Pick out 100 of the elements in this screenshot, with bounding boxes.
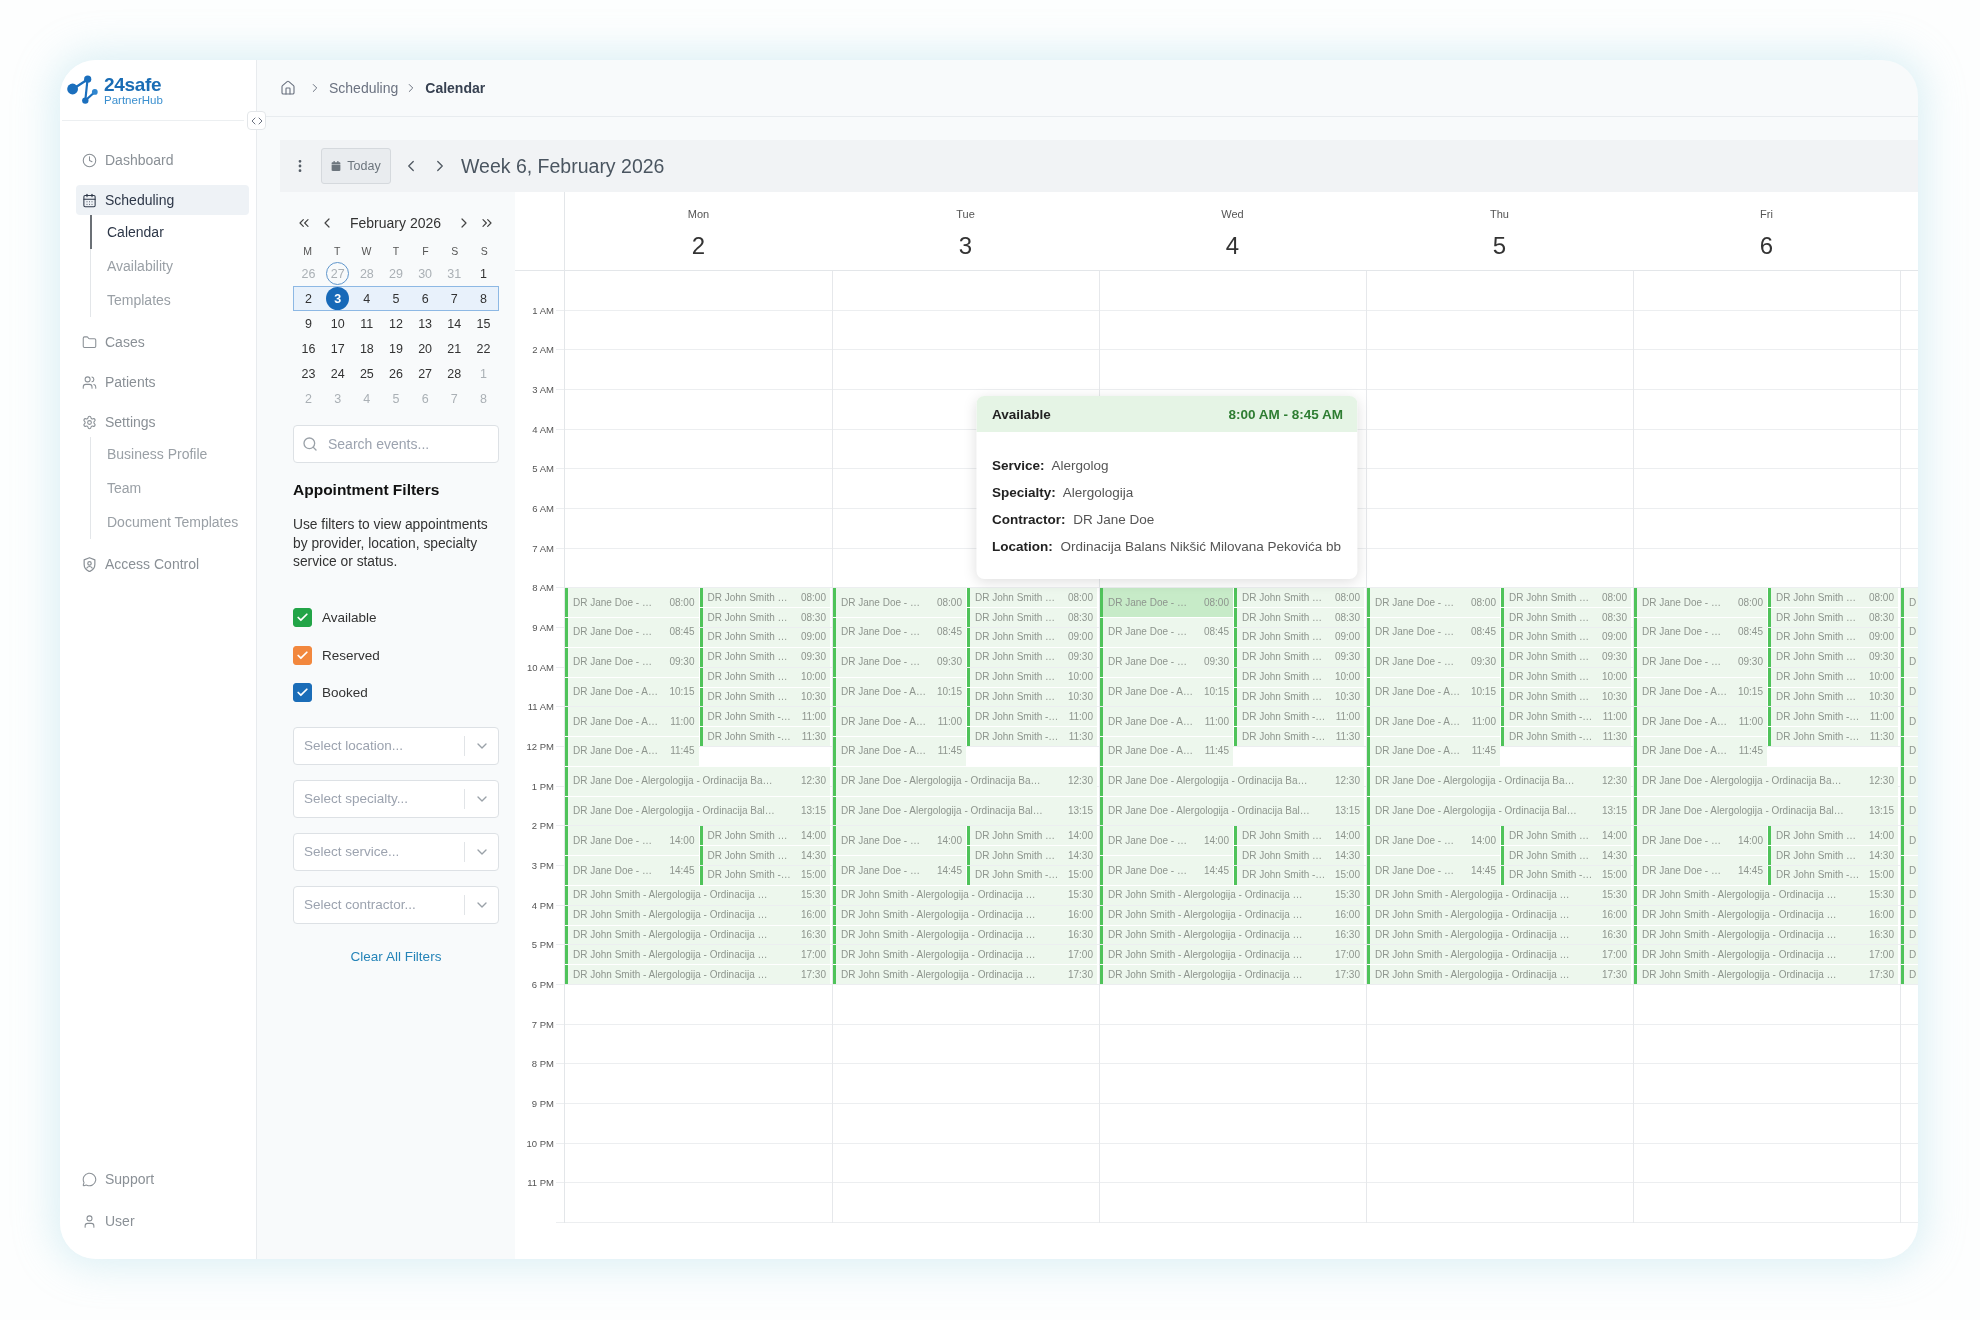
event-block[interactable]: D [1901, 618, 1918, 647]
event-block[interactable]: DR John Smith … 14:30 [967, 846, 1097, 866]
event-block[interactable]: DR Jane Doe - … 08:45 [565, 618, 699, 647]
event-block[interactable]: DR John Smith - Alergologija - Ordinacija … 17:00 [833, 945, 1097, 965]
event-block[interactable]: DR Jane Doe - A… 11:45 [833, 737, 966, 766]
event-block[interactable]: DR John Smith … 10:00 [699, 667, 830, 687]
calendar-day[interactable]: 23 [297, 362, 321, 385]
calendar-day[interactable]: 13 [413, 312, 437, 335]
event-block[interactable]: DR John Smith - Alergologija - Ordinacija … 15:30 [1100, 885, 1364, 905]
calendar-day[interactable]: 18 [355, 337, 379, 360]
calendar-day[interactable]: 3 [326, 387, 350, 410]
event-block[interactable]: DR John Smith -… 11:30 [967, 727, 1097, 747]
event-block[interactable]: DR John Smith … 09:30 [699, 647, 830, 667]
calendar-day[interactable]: 30 [413, 262, 437, 285]
event-block[interactable]: DR John Smith - Alergologija - Ordinacija … 16:30 [565, 925, 830, 945]
event-block[interactable]: D [1901, 925, 1918, 945]
event-block[interactable]: DR Jane Doe - … 14:00 [565, 826, 699, 856]
event-block[interactable]: DR John Smith … 10:00 [1501, 667, 1631, 687]
event-block[interactable]: DR John Smith … 08:00 [1234, 588, 1364, 608]
today-button[interactable]: Today [321, 148, 391, 184]
event-block[interactable]: DR John Smith -… 11:00 [1234, 707, 1364, 727]
checkbox[interactable] [293, 645, 312, 665]
nav-item[interactable]: Support [76, 1164, 161, 1194]
event-block[interactable]: DR John Smith -… 15:00 [967, 866, 1097, 885]
nav-item[interactable]: User [76, 1206, 141, 1236]
calendar-day[interactable]: 29 [384, 262, 408, 285]
calendar-day[interactable]: 17 [326, 337, 350, 360]
calendar-day[interactable]: 4 [355, 287, 379, 310]
event-block[interactable]: DR Jane Doe - … 14:00 [1100, 826, 1233, 856]
event-block[interactable]: DR John Smith … 14:30 [1768, 846, 1898, 866]
event-block[interactable]: DR Jane Doe - … 14:45 [833, 856, 966, 885]
filter-select[interactable]: Select location... [293, 726, 499, 765]
event-block[interactable]: DR Jane Doe - … 14:45 [565, 856, 699, 885]
event-block[interactable]: DR John Smith -… 15:00 [1501, 866, 1631, 885]
calendar-day[interactable]: 22 [471, 337, 495, 360]
event-block[interactable]: DR Jane Doe - A… 11:45 [1367, 737, 1500, 766]
filter-select[interactable]: Select service... [293, 832, 499, 871]
event-block[interactable]: DR Jane Doe - … 14:45 [1100, 856, 1233, 885]
calendar-day[interactable]: 8 [471, 287, 495, 310]
event-block[interactable]: DR Jane Doe - … 08:00 [1367, 588, 1500, 618]
nav-item[interactable]: Dashboard [76, 145, 180, 175]
event-block[interactable]: D [1901, 826, 1918, 856]
event-block[interactable]: DR Jane Doe - A… 10:15 [833, 677, 966, 707]
event-block[interactable]: DR John Smith -… 11:30 [1768, 727, 1898, 747]
event-block[interactable]: DR John Smith - Alergologija - Ordinacija … 17:00 [565, 945, 830, 965]
event-block[interactable]: DR John Smith - Alergologija - Ordinacija … 17:30 [1367, 965, 1631, 985]
nav-subitem[interactable]: Business Profile [90, 437, 212, 471]
event-block[interactable]: DR John Smith … 10:00 [967, 667, 1097, 687]
event-block[interactable]: DR John Smith … 14:00 [1768, 826, 1898, 846]
calendar-day[interactable]: 2 [297, 287, 321, 310]
nav-item[interactable]: Cases [76, 327, 151, 357]
event-block[interactable]: DR John Smith -… 11:00 [699, 707, 830, 727]
calendar-day[interactable]: 10 [326, 312, 350, 335]
event-block[interactable]: DR John Smith … 10:00 [1234, 667, 1364, 687]
event-block[interactable]: D [1901, 965, 1918, 985]
nav-subitem[interactable]: Calendar [90, 215, 168, 249]
calendar-day[interactable]: 1 [471, 262, 495, 285]
event-block[interactable]: DR Jane Doe - Alergologija - Ordinacija Bal… 13:15 [565, 796, 830, 826]
event-block[interactable]: DR John Smith -… 11:30 [1234, 727, 1364, 747]
calendar-day[interactable]: 28 [355, 262, 379, 285]
event-block[interactable]: DR John Smith … 08:30 [1768, 608, 1898, 627]
event-block[interactable]: DR Jane Doe - Alergologija - Ordinacija Ba… 12:30 [833, 766, 1097, 796]
event-block[interactable]: DR John Smith - Alergologija - Ordinacija … 15:30 [1367, 885, 1631, 905]
event-block[interactable]: DR Jane Doe - Alergologija - Ordinacija Bal… 13:15 [1634, 796, 1898, 826]
calendar-day[interactable]: 3 [326, 287, 350, 310]
event-block[interactable]: DR John Smith … 09:00 [1234, 628, 1364, 647]
event-block[interactable]: DR John Smith -… 11:00 [1501, 707, 1631, 727]
event-block[interactable]: DR John Smith - Alergologija - Ordinacija … 16:00 [1100, 905, 1364, 925]
calendar-day[interactable]: 20 [413, 337, 437, 360]
event-block[interactable]: D [1901, 737, 1918, 766]
event-block[interactable]: DR John Smith -… 11:30 [699, 727, 830, 747]
event-block[interactable]: DR John Smith - Alergologija - Ordinacija … 17:30 [1634, 965, 1898, 985]
event-block[interactable]: DR John Smith … 09:30 [967, 647, 1097, 667]
event-block[interactable]: DR John Smith - Alergologija - Ordinacija … 16:00 [1367, 905, 1631, 925]
event-block[interactable]: DR Jane Doe - A… 10:15 [1367, 677, 1500, 707]
event-block[interactable]: DR John Smith - Alergologija - Ordinacija … 16:00 [1634, 905, 1898, 925]
checkbox[interactable] [293, 683, 312, 702]
event-block[interactable]: DR Jane Doe - … 09:30 [1634, 647, 1767, 677]
breadcrumb-link[interactable]: Scheduling [329, 80, 399, 96]
event-block[interactable]: DR John Smith … 14:30 [699, 846, 830, 866]
event-block[interactable]: D [1901, 796, 1918, 826]
event-block[interactable]: DR John Smith … 14:00 [967, 826, 1097, 846]
event-block[interactable]: DR John Smith … 09:00 [699, 628, 830, 647]
event-block[interactable]: DR Jane Doe - A… 10:15 [1100, 677, 1233, 707]
event-block[interactable]: DR Jane Doe - … 14:00 [833, 826, 966, 856]
event-block[interactable]: DR Jane Doe - A… 10:15 [565, 677, 699, 707]
calendar-day[interactable]: 9 [297, 312, 321, 335]
event-block[interactable]: DR John Smith -… 15:00 [1234, 866, 1364, 885]
nav-item[interactable]: Access Control [76, 549, 206, 579]
event-block[interactable]: DR John Smith - Alergologija - Ordinacija … 16:00 [565, 905, 830, 925]
nav-item[interactable]: Settings [76, 407, 162, 437]
event-block[interactable]: DR Jane Doe - A… 11:00 [1634, 707, 1767, 737]
nav-subitem[interactable]: Availability [90, 249, 177, 283]
event-block[interactable]: DR John Smith … 08:30 [1234, 608, 1364, 627]
calendar-day[interactable]: 21 [442, 337, 466, 360]
event-block[interactable]: DR John Smith -… 11:00 [1768, 707, 1898, 727]
event-block[interactable]: DR John Smith - Alergologija - Ordinacija … 16:30 [1100, 925, 1364, 945]
event-block[interactable]: DR John Smith … 14:30 [1234, 846, 1364, 866]
event-block[interactable]: DR John Smith - Alergologija - Ordinacija … 17:00 [1367, 945, 1631, 965]
event-block[interactable]: DR John Smith - Alergologija - Ordinacija … 17:30 [1100, 965, 1364, 985]
